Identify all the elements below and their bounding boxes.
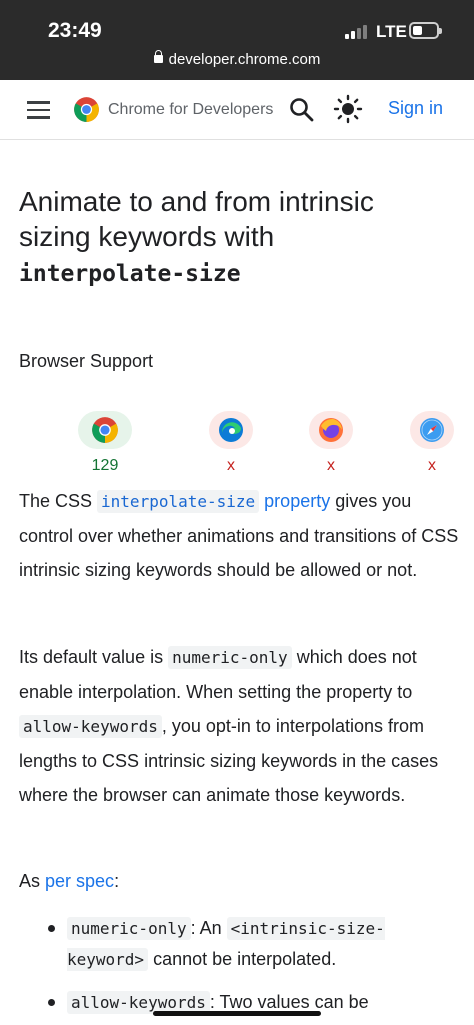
default-value-paragraph: Its default value is numeric-only which … [19,646,439,805]
spec-paragraph: As per spec: [19,871,120,891]
battery-icon [409,22,442,39]
home-indicator[interactable] [153,1011,321,1016]
address-bar[interactable]: developer.chrome.com [0,50,474,68]
code-numeric-only: numeric-only [168,646,292,669]
browser-support-label: Browser Support [19,351,154,371]
property-link[interactable]: property [264,491,330,511]
status-bar: 23:49 LTE developer.chrome.com [0,0,474,80]
search-icon[interactable] [289,97,315,123]
menu-icon[interactable] [27,101,50,119]
lock-icon [153,50,163,63]
chrome-logo-icon[interactable] [73,96,100,123]
code-interpolate-size[interactable]: interpolate-size [97,490,260,513]
code-allow-keywords: allow-keywords [19,715,162,738]
url-text: developer.chrome.com [168,51,321,68]
chrome-icon [92,417,118,443]
per-spec-link[interactable]: per spec [45,871,114,891]
chrome-version: 129 [91,457,119,474]
browser-firefox: x [303,411,359,475]
article-content: Animate to and from intrinsic sizing key… [19,140,459,1014]
browser-support-list: 129 x x x [77,411,457,481]
brand-name[interactable]: Chrome for Developers [108,101,273,119]
browser-safari: x [404,411,460,475]
network-label: LTE [376,22,407,41]
theme-toggle-icon[interactable] [333,94,363,124]
bullet-dot [48,999,55,1006]
sign-in-link[interactable]: Sign in [388,98,443,119]
firefox-version: x [327,457,335,474]
edge-version: x [227,457,235,474]
values-list: numeric-only: An <intrinsic-size-keyword… [19,913,459,1025]
edge-icon [219,418,243,442]
firefox-icon [319,418,343,442]
list-item: numeric-only: An <intrinsic-size-keyword… [19,913,459,975]
bullet-dot [48,925,55,932]
site-header: Chrome for Developers Sign in [0,80,474,140]
status-time: 23:49 [48,19,102,42]
browser-chrome: 129 [77,411,133,475]
safari-version: x [428,457,436,474]
page-title: Animate to and from intrinsic sizing key… [19,186,374,287]
intro-paragraph: The CSS interpolate-size property gives … [19,490,459,580]
safari-icon [420,418,444,442]
signal-icon [345,25,371,39]
browser-edge: x [203,411,259,475]
